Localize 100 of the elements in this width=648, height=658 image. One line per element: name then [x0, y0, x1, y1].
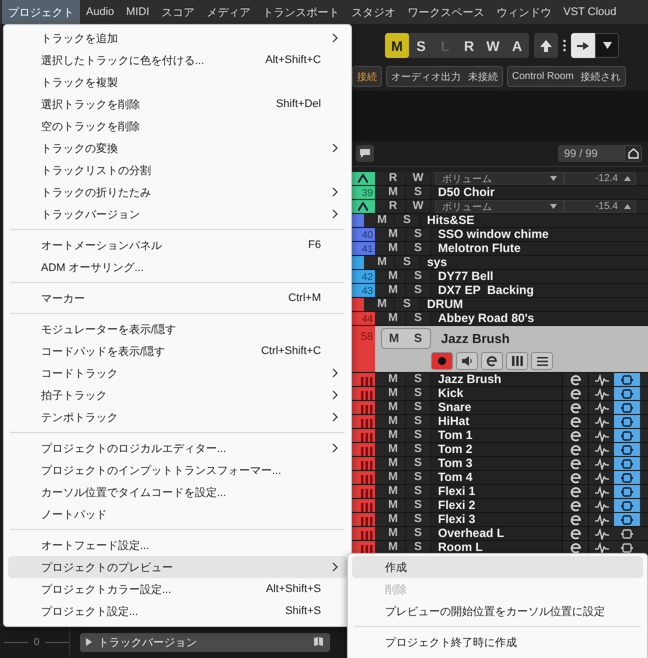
- record-button[interactable]: [431, 352, 453, 370]
- e-icon[interactable]: [568, 387, 582, 400]
- track-row[interactable]: M S Tom 1: [352, 429, 648, 443]
- mute-button[interactable]: M: [381, 373, 406, 386]
- pulse-icon[interactable]: [594, 402, 608, 414]
- e-icon[interactable]: [568, 513, 582, 526]
- chat-button[interactable]: [356, 145, 374, 162]
- menu-item[interactable]: トラックリストの分割: [8, 159, 347, 181]
- menu-item[interactable]: ADM オーサリング...: [8, 256, 347, 278]
- pulse-icon[interactable]: [594, 444, 608, 456]
- monitor-toggle[interactable]: [614, 387, 640, 400]
- e-icon[interactable]: [568, 415, 582, 428]
- track-row[interactable]: M S Flexi 2: [352, 499, 648, 513]
- track-row[interactable]: 43 M S DX7 EP Backing: [352, 284, 648, 298]
- mute-button[interactable]: M: [381, 270, 406, 283]
- mute-button[interactable]: M: [370, 298, 395, 311]
- mute-button[interactable]: M: [381, 443, 406, 456]
- monitor-toggle[interactable]: [614, 401, 640, 414]
- monitor-toggle[interactable]: [614, 485, 640, 498]
- menu-item[interactable]: コードパッドを表示/隠す Ctrl+Shift+C: [8, 340, 347, 362]
- connection-pill[interactable]: オーディオ出力 未接続: [386, 66, 503, 87]
- menu-item[interactable]: トラックを追加: [8, 27, 347, 49]
- menu-item[interactable]: プロジェクトのプレビュー: [8, 556, 347, 578]
- automation-mode-button[interactable]: R: [457, 33, 481, 58]
- menu-item[interactable]: マーカー Ctrl+M: [8, 287, 347, 309]
- monitor-toggle[interactable]: [614, 499, 640, 512]
- pulse-icon[interactable]: [594, 542, 608, 554]
- menu-bar-item[interactable]: スコア: [155, 0, 200, 24]
- menu-item[interactable]: トラックの折りたたみ: [8, 181, 347, 203]
- track-row[interactable]: M S Tom 3: [352, 457, 648, 471]
- automation-mode-button[interactable]: S: [409, 33, 433, 58]
- menu-item[interactable]: テンポトラック: [8, 406, 347, 428]
- monitor-toggle[interactable]: [614, 415, 640, 428]
- track-row[interactable]: 40 M S SSO window chime: [352, 228, 648, 242]
- track-row[interactable]: M S HiHat: [352, 415, 648, 429]
- value-field[interactable]: -15.4: [564, 200, 636, 213]
- e-icon[interactable]: [568, 443, 582, 456]
- menu-item[interactable]: トラックバージョン: [8, 203, 347, 225]
- mute-button[interactable]: M: [381, 228, 406, 241]
- menu-item[interactable]: プレビューの開始位置をカーソル位置に設定: [352, 600, 643, 622]
- automation-mode-button[interactable]: M: [385, 33, 409, 58]
- e-icon[interactable]: [568, 471, 582, 484]
- mute-button[interactable]: M: [381, 415, 406, 428]
- menu-item[interactable]: 空のトラックを削除: [8, 115, 347, 137]
- automation-mode-button[interactable]: W: [481, 33, 505, 58]
- e-icon[interactable]: [568, 373, 582, 386]
- menu-bar-item[interactable]: スタジオ: [345, 0, 402, 24]
- mute-button[interactable]: M: [381, 527, 406, 540]
- track-row[interactable]: M S Tom 4: [352, 471, 648, 485]
- mute-button[interactable]: M: [381, 387, 406, 400]
- mute-button[interactable]: M: [370, 256, 395, 269]
- dropdown-button[interactable]: [595, 33, 619, 58]
- monitor-toggle[interactable]: [614, 471, 640, 484]
- e-icon[interactable]: [568, 401, 582, 414]
- mute-button[interactable]: M: [381, 242, 406, 255]
- list-button[interactable]: [531, 352, 553, 370]
- track-row[interactable]: M S Flexi 1: [352, 485, 648, 499]
- arrow-button[interactable]: [534, 33, 558, 58]
- menu-bar-item[interactable]: ワークスペース: [401, 0, 490, 24]
- track-version-button[interactable]: トラックバージョン: [80, 632, 330, 652]
- pulse-icon[interactable]: [594, 388, 608, 400]
- menu-bar-item[interactable]: VST Cloud: [557, 0, 622, 24]
- menu-bar-item[interactable]: MIDI: [120, 0, 156, 24]
- menu-item[interactable]: プロジェクト終了時に作成: [352, 631, 643, 653]
- write-button[interactable]: W: [406, 200, 431, 213]
- pulse-icon[interactable]: [594, 528, 608, 540]
- mute-button[interactable]: M: [381, 429, 406, 442]
- menu-item[interactable]: 作成: [352, 556, 643, 578]
- folder-track-row[interactable]: M S Hits&SE: [352, 214, 648, 228]
- menu-item[interactable]: トラックを複製: [8, 71, 347, 93]
- menu-bar-item[interactable]: ウィンドウ: [490, 0, 558, 24]
- mute-button[interactable]: M: [381, 401, 406, 414]
- menu-bar-item[interactable]: トランスポート: [256, 0, 346, 24]
- menu-item[interactable]: プロジェクトカラー設定... Alt+Shift+S: [8, 578, 347, 600]
- mute-button[interactable]: M: [382, 329, 406, 348]
- monitor-toggle[interactable]: [614, 443, 640, 456]
- folder-track-row[interactable]: M S DRUM: [352, 298, 648, 312]
- mute-button[interactable]: M: [370, 214, 395, 227]
- selected-track-row[interactable]: 58 M S Jazz Brush: [352, 326, 648, 373]
- mute-button[interactable]: M: [381, 513, 406, 526]
- e-icon[interactable]: [568, 485, 582, 498]
- menu-item[interactable]: オートメーションパネル F6: [8, 234, 347, 256]
- menu-item[interactable]: プロジェクト設定... Shift+S: [8, 600, 347, 622]
- monitor-button[interactable]: [456, 352, 478, 370]
- menu-item[interactable]: プロジェクトのロジカルエディター...: [8, 437, 347, 459]
- pulse-icon[interactable]: [594, 486, 608, 498]
- menu-bar-item[interactable]: プロジェクト: [2, 0, 80, 24]
- mute-button[interactable]: M: [381, 186, 406, 199]
- mute-button[interactable]: M: [381, 499, 406, 512]
- track-row[interactable]: M S Jazz Brush: [352, 373, 648, 387]
- e-icon[interactable]: [568, 527, 582, 540]
- mute-button[interactable]: M: [381, 284, 406, 297]
- menu-item[interactable]: モジュレーターを表示/隠す: [8, 318, 347, 340]
- connection-pill[interactable]: 接続: [352, 66, 382, 87]
- menu-item[interactable]: オートフェード設定...: [8, 534, 347, 556]
- menu-bar-item[interactable]: メディア: [200, 0, 256, 24]
- read-button[interactable]: R: [381, 172, 406, 185]
- track-row[interactable]: 42 M S DY77 Bell: [352, 270, 648, 284]
- mute-button[interactable]: M: [381, 457, 406, 470]
- monitor-toggle[interactable]: [614, 373, 640, 386]
